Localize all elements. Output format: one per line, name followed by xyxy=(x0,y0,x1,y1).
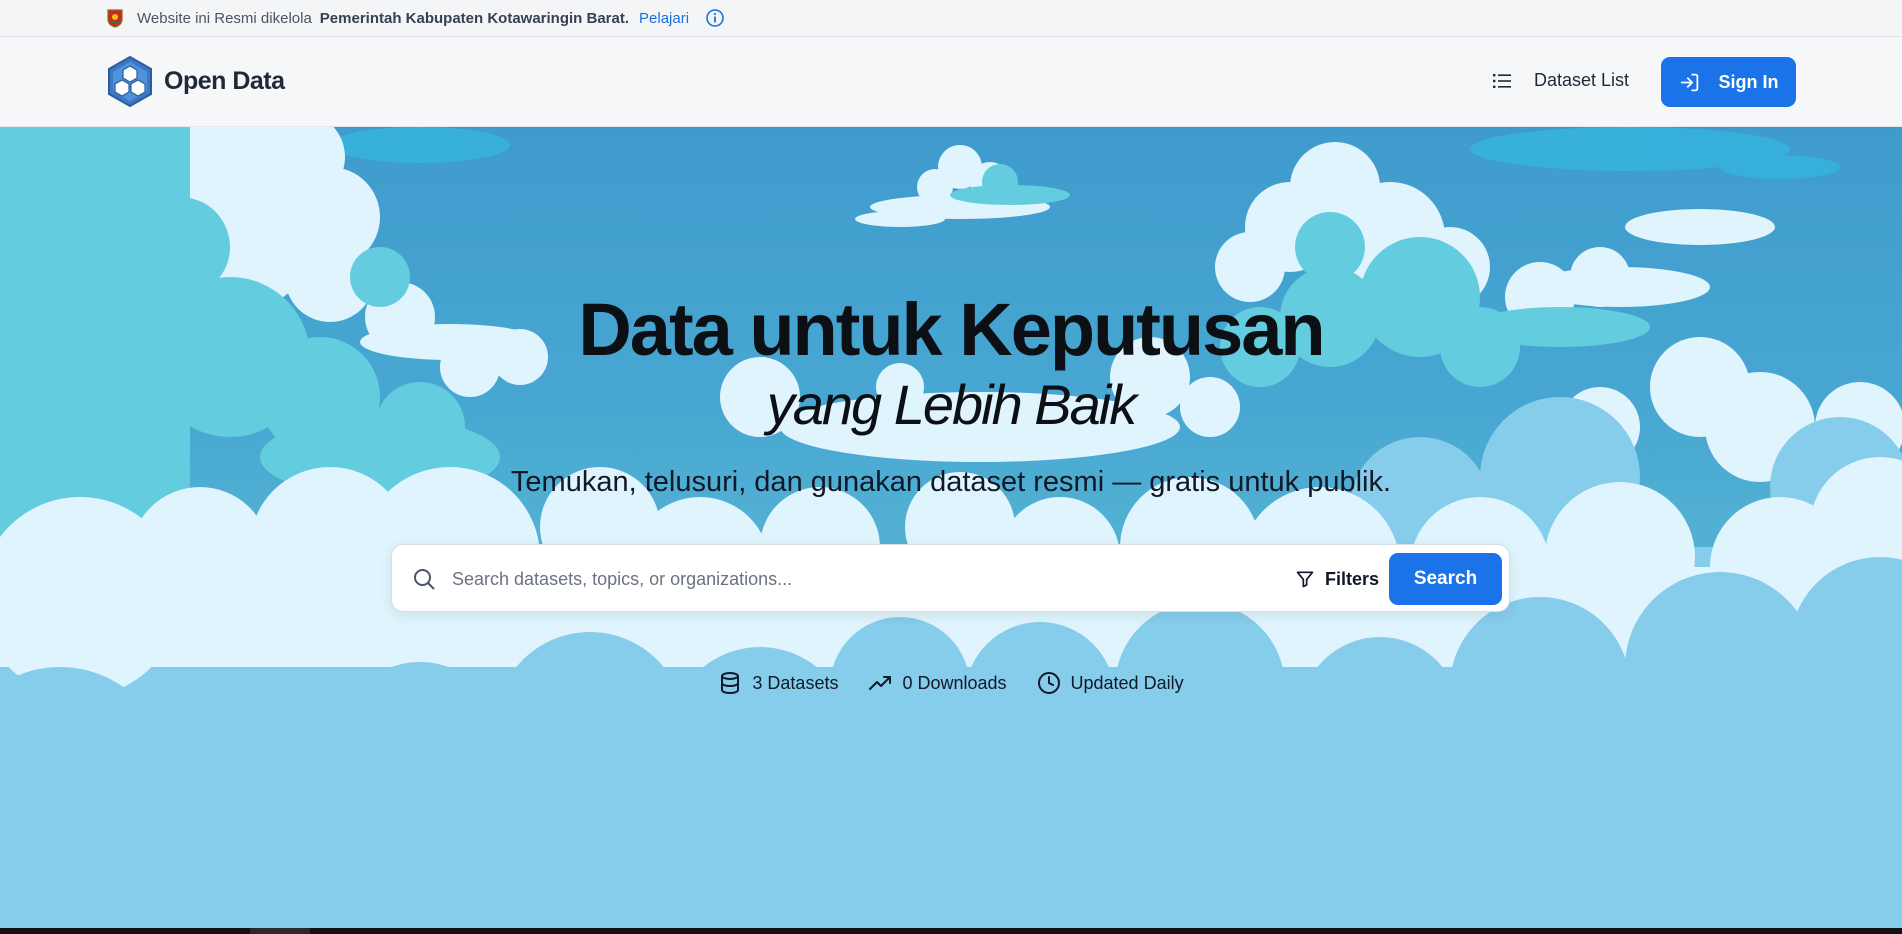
trending-up-icon xyxy=(868,671,892,695)
bottom-strip-segment xyxy=(250,928,310,934)
search-input[interactable] xyxy=(450,559,1070,599)
sign-in-button[interactable]: Sign In xyxy=(1661,57,1796,107)
stat-updated-label: Updated Daily xyxy=(1070,672,1184,693)
stats-row: 3 Datasets 0 Downloads Updated Daily xyxy=(0,671,1902,695)
hero-title: Data untuk Keputusan xyxy=(578,288,1325,371)
hero-subtitle: yang Lebih Baik xyxy=(766,373,1138,436)
search-icon xyxy=(412,567,436,591)
official-notice-text: Website ini Resmi dikelola xyxy=(137,9,312,27)
log-in-icon xyxy=(1679,72,1700,93)
database-icon xyxy=(718,671,742,695)
regency-emblem-icon xyxy=(107,8,123,28)
stat-datasets: 3 Datasets xyxy=(718,671,838,695)
search-button[interactable]: Search xyxy=(1389,553,1502,605)
navbar: Open Data Dataset List Sign In xyxy=(0,37,1902,127)
brand-name: Open Data xyxy=(164,67,285,95)
stat-updated: Updated Daily xyxy=(1037,671,1184,695)
stat-downloads-label: 0 Downloads xyxy=(902,672,1007,693)
info-icon[interactable] xyxy=(705,8,725,28)
nav-dataset-list[interactable]: Dataset List xyxy=(1492,70,1629,91)
search-bar: Filters Search xyxy=(391,544,1510,612)
filter-icon xyxy=(1295,569,1315,589)
stat-datasets-label: 3 Datasets xyxy=(752,672,839,693)
hexagon-cubes-logo-icon xyxy=(107,56,153,107)
bottom-strip xyxy=(0,928,1902,934)
filters-label: Filters xyxy=(1325,568,1380,589)
brand-home-link[interactable]: Open Data xyxy=(107,56,285,107)
hero-section: Data untuk Keputusan yang Lebih Baik Tem… xyxy=(0,127,1902,928)
learn-more-link[interactable]: Pelajari xyxy=(639,10,689,27)
government-name: Pemerintah Kabupaten Kotawaringin Barat. xyxy=(319,9,630,27)
official-website-bar: Website ini Resmi dikelola Pemerintah Ka… xyxy=(0,0,1902,37)
sign-in-label: Sign In xyxy=(1718,71,1779,92)
stat-downloads: 0 Downloads xyxy=(868,671,1007,695)
list-icon xyxy=(1492,71,1512,91)
dataset-list-label: Dataset List xyxy=(1534,70,1630,90)
hero-description: Temukan, telusuri, dan gunakan dataset r… xyxy=(510,466,1392,498)
clock-icon xyxy=(1037,671,1061,695)
cloud-background xyxy=(0,127,1902,928)
filters-button[interactable]: Filters xyxy=(1285,560,1389,598)
